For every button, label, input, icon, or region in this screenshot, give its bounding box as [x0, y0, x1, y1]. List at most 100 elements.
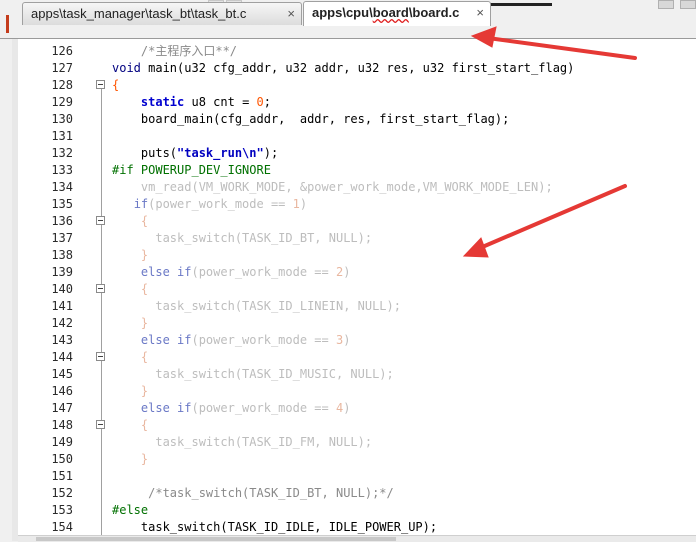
code-line[interactable]: 135 if(power_work_mode == 1) [18, 196, 696, 213]
code-line[interactable]: 140 { [18, 281, 696, 298]
code-text: } [112, 315, 148, 332]
code-token: /*task_switch(TASK_ID_BT, NULL);*/ [112, 486, 394, 500]
scrollbar-thumb[interactable] [36, 537, 396, 541]
fold-minus-icon[interactable] [96, 420, 105, 429]
code-text: { [112, 349, 148, 366]
line-number: 144 [51, 350, 73, 364]
code-line[interactable]: 154 task_switch(TASK_ID_IDLE, IDLE_POWER… [18, 519, 696, 535]
code-line[interactable]: 137 task_switch(TASK_ID_BT, NULL); [18, 230, 696, 247]
code-token: else if [140, 401, 192, 415]
code-text: } [112, 451, 148, 468]
code-token: ) [343, 401, 351, 415]
code-line[interactable]: 132 puts("task_run\n"); [18, 145, 696, 162]
fold-minus-icon[interactable] [96, 80, 105, 89]
line-number: 131 [51, 129, 73, 143]
code-token: ) [299, 197, 308, 211]
tab-task-bt[interactable]: apps\task_manager\task_bt\task_bt.c × [22, 2, 302, 25]
line-number: 149 [51, 435, 73, 449]
code-line[interactable]: 146 } [18, 383, 696, 400]
code-line[interactable]: 144 { [18, 349, 696, 366]
code-line[interactable]: 143 else if(power_work_mode == 3) [18, 332, 696, 349]
code-token: #else [112, 503, 149, 517]
code-token: task_switch(TASK_ID_LINEIN, NULL); [112, 299, 401, 313]
code-text: vm_read(VM_WORK_MODE, &power_work_mode,V… [112, 179, 553, 196]
fold-minus-icon[interactable] [96, 216, 105, 225]
code-line[interactable]: 128 { [18, 77, 696, 94]
code-line[interactable]: 148 { [18, 417, 696, 434]
tab-board[interactable]: apps\cpu\board\board.c × [303, 1, 491, 26]
code-token: if [133, 197, 149, 211]
code-text: { [112, 213, 148, 230]
code-text: else if(power_work_mode == 4) [112, 400, 351, 417]
code-line[interactable]: 142 } [18, 315, 696, 332]
code-token: u8 cnt = [184, 95, 257, 109]
code-line[interactable]: 145 task_switch(TASK_ID_MUSIC, NULL); [18, 366, 696, 383]
code-text: task_switch(TASK_ID_BT, NULL); [112, 230, 372, 247]
code-token: } [112, 316, 149, 330]
code-text: if(power_work_mode == 1) [112, 196, 307, 213]
code-text: task_switch(TASK_ID_LINEIN, NULL); [112, 298, 401, 315]
code-token: else if [140, 333, 192, 347]
code-token: { [112, 78, 120, 92]
code-line[interactable]: 147 else if(power_work_mode == 4) [18, 400, 696, 417]
code-line[interactable]: 153 #else [18, 502, 696, 519]
close-icon[interactable]: × [476, 2, 484, 24]
code-text: } [112, 247, 148, 264]
code-line[interactable]: 151 [18, 468, 696, 485]
code-token: "task_run\n" [177, 146, 264, 160]
close-icon[interactable]: × [287, 3, 295, 25]
line-number: 127 [51, 61, 73, 75]
code-token: void [112, 61, 141, 75]
code-line[interactable]: 134 vm_read(VM_WORK_MODE, &power_work_mo… [18, 179, 696, 196]
line-number: 140 [51, 282, 73, 296]
code-token: vm_read(VM_WORK_MODE, &power_work_mode,V… [112, 180, 553, 194]
line-number: 153 [51, 503, 73, 517]
code-line[interactable]: 138 } [18, 247, 696, 264]
code-token: #if POWERUP_DEV_IGNORE [112, 163, 271, 177]
code-line[interactable]: 127 void main(u32 cfg_addr, u32 addr, u32… [18, 60, 696, 77]
code-line[interactable]: 152 /*task_switch(TASK_ID_BT, NULL);*/ [18, 485, 696, 502]
line-number: 150 [51, 452, 73, 466]
minimize-icon[interactable] [658, 0, 674, 9]
line-number: 147 [51, 401, 73, 415]
code-text: /*task_switch(TASK_ID_BT, NULL);*/ [112, 485, 394, 502]
code-text: task_switch(TASK_ID_MUSIC, NULL); [112, 366, 393, 383]
line-number: 148 [51, 418, 73, 432]
code-line[interactable]: 149 task_switch(TASK_ID_FM, NULL); [18, 434, 696, 451]
code-token: ; [263, 95, 271, 109]
code-text: else if(power_work_mode == 2) [112, 264, 351, 281]
code-token: task_switch(TASK_ID_BT, NULL); [112, 231, 373, 245]
code-token: (power_work_mode == [191, 401, 336, 415]
line-number: 141 [51, 299, 73, 313]
code-token: puts( [112, 146, 178, 160]
code-text: { [112, 417, 148, 434]
code-token: } [112, 248, 149, 262]
fold-minus-icon[interactable] [96, 352, 105, 361]
code-token: (power_work_mode == [191, 265, 336, 279]
line-number: 129 [51, 95, 73, 109]
fold-minus-icon[interactable] [96, 284, 105, 293]
code-token: static [140, 95, 185, 109]
code-token: } [112, 384, 149, 398]
line-number: 145 [51, 367, 73, 381]
code-text: task_switch(TASK_ID_IDLE, IDLE_POWER_UP)… [112, 519, 437, 535]
code-line[interactable]: 133 #if POWERUP_DEV_IGNORE [18, 162, 696, 179]
code-text: { [112, 77, 119, 94]
code-line[interactable]: 136 { [18, 213, 696, 230]
code-token: (power_work_mode == [191, 333, 336, 347]
code-editor[interactable]: 126 /*主程序入口**/127 void main(u32 cfg_addr,… [18, 39, 696, 535]
code-token: /*主程序入口**/ [140, 44, 238, 58]
code-line[interactable]: 130 board_main(cfg_addr, addr, res, firs… [18, 111, 696, 128]
code-text: { [112, 281, 148, 298]
code-line[interactable]: 129 static u8 cnt = 0; [18, 94, 696, 111]
code-line[interactable]: 139 else if(power_work_mode == 2) [18, 264, 696, 281]
code-line[interactable]: 150 } [18, 451, 696, 468]
code-line[interactable]: 126 /*主程序入口**/ [18, 43, 696, 60]
close-window-icon[interactable] [680, 0, 696, 9]
line-number: 136 [51, 214, 73, 228]
line-number: 134 [51, 180, 73, 194]
code-text: /*主程序入口**/ [112, 43, 237, 60]
code-line[interactable]: 141 task_switch(TASK_ID_LINEIN, NULL); [18, 298, 696, 315]
code-line[interactable]: 131 [18, 128, 696, 145]
